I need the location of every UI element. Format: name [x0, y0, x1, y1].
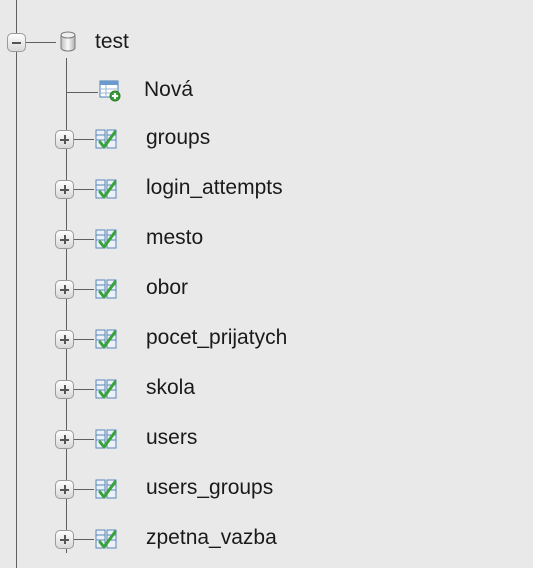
- table-name[interactable]: obor: [146, 276, 188, 300]
- table-icon: [94, 326, 118, 350]
- tree-connector-line: [74, 339, 94, 340]
- navigation-tree-panel: test Nová groups login_attempts mesto ob…: [0, 0, 533, 568]
- new-table-icon: [98, 78, 122, 102]
- table-node-groups[interactable]: groups: [0, 114, 533, 158]
- expand-toggle-icon[interactable]: [55, 480, 74, 499]
- expand-toggle-icon[interactable]: [55, 130, 74, 149]
- expand-toggle-icon[interactable]: [55, 230, 74, 249]
- expand-toggle-icon[interactable]: [55, 330, 74, 349]
- table-icon: [94, 376, 118, 400]
- table-name[interactable]: mesto: [146, 226, 203, 250]
- table-icon: [94, 276, 118, 300]
- table-name[interactable]: pocet_prijatych: [146, 326, 287, 350]
- tree-connector-line: [74, 389, 94, 390]
- table-name[interactable]: users_groups: [146, 476, 273, 500]
- database-icon: [56, 30, 80, 54]
- new-table-item[interactable]: Nová: [0, 66, 533, 110]
- tree-connector-line: [74, 289, 94, 290]
- table-icon: [94, 476, 118, 500]
- tree-connector-line: [74, 439, 94, 440]
- new-table-label[interactable]: Nová: [144, 78, 193, 102]
- expand-toggle-icon[interactable]: [55, 280, 74, 299]
- tree-connector-line: [66, 92, 98, 93]
- expand-toggle-icon[interactable]: [55, 180, 74, 199]
- table-icon: [94, 176, 118, 200]
- table-node-login-attempts[interactable]: login_attempts: [0, 164, 533, 208]
- tree-connector-line: [74, 189, 94, 190]
- table-node-zpetna-vazba[interactable]: zpetna_vazba: [0, 514, 533, 558]
- table-name[interactable]: login_attempts: [146, 176, 283, 200]
- table-node-users-groups[interactable]: users_groups: [0, 464, 533, 508]
- table-name[interactable]: skola: [146, 376, 195, 400]
- expand-toggle-icon[interactable]: [55, 430, 74, 449]
- table-node-pocet-prijatych[interactable]: pocet_prijatych: [0, 314, 533, 358]
- table-node-mesto[interactable]: mesto: [0, 214, 533, 258]
- collapse-toggle-icon[interactable]: [7, 33, 26, 52]
- database-name[interactable]: test: [95, 30, 129, 54]
- table-node-obor[interactable]: obor: [0, 264, 533, 308]
- tree-connector-line: [74, 489, 94, 490]
- table-icon: [94, 426, 118, 450]
- table-name[interactable]: groups: [146, 126, 210, 150]
- expand-toggle-icon[interactable]: [55, 380, 74, 399]
- table-node-users[interactable]: users: [0, 414, 533, 458]
- expand-toggle-icon[interactable]: [55, 530, 74, 549]
- table-name[interactable]: zpetna_vazba: [146, 526, 277, 550]
- table-node-skola[interactable]: skola: [0, 364, 533, 408]
- tree-connector-line: [26, 42, 56, 43]
- tree-connector-line: [74, 139, 94, 140]
- tree-connector-line: [74, 539, 94, 540]
- table-icon: [94, 526, 118, 550]
- tree-connector-line: [74, 239, 94, 240]
- table-icon: [94, 126, 118, 150]
- table-name[interactable]: users: [146, 426, 197, 450]
- database-node-test[interactable]: test: [0, 22, 533, 66]
- table-icon: [94, 226, 118, 250]
